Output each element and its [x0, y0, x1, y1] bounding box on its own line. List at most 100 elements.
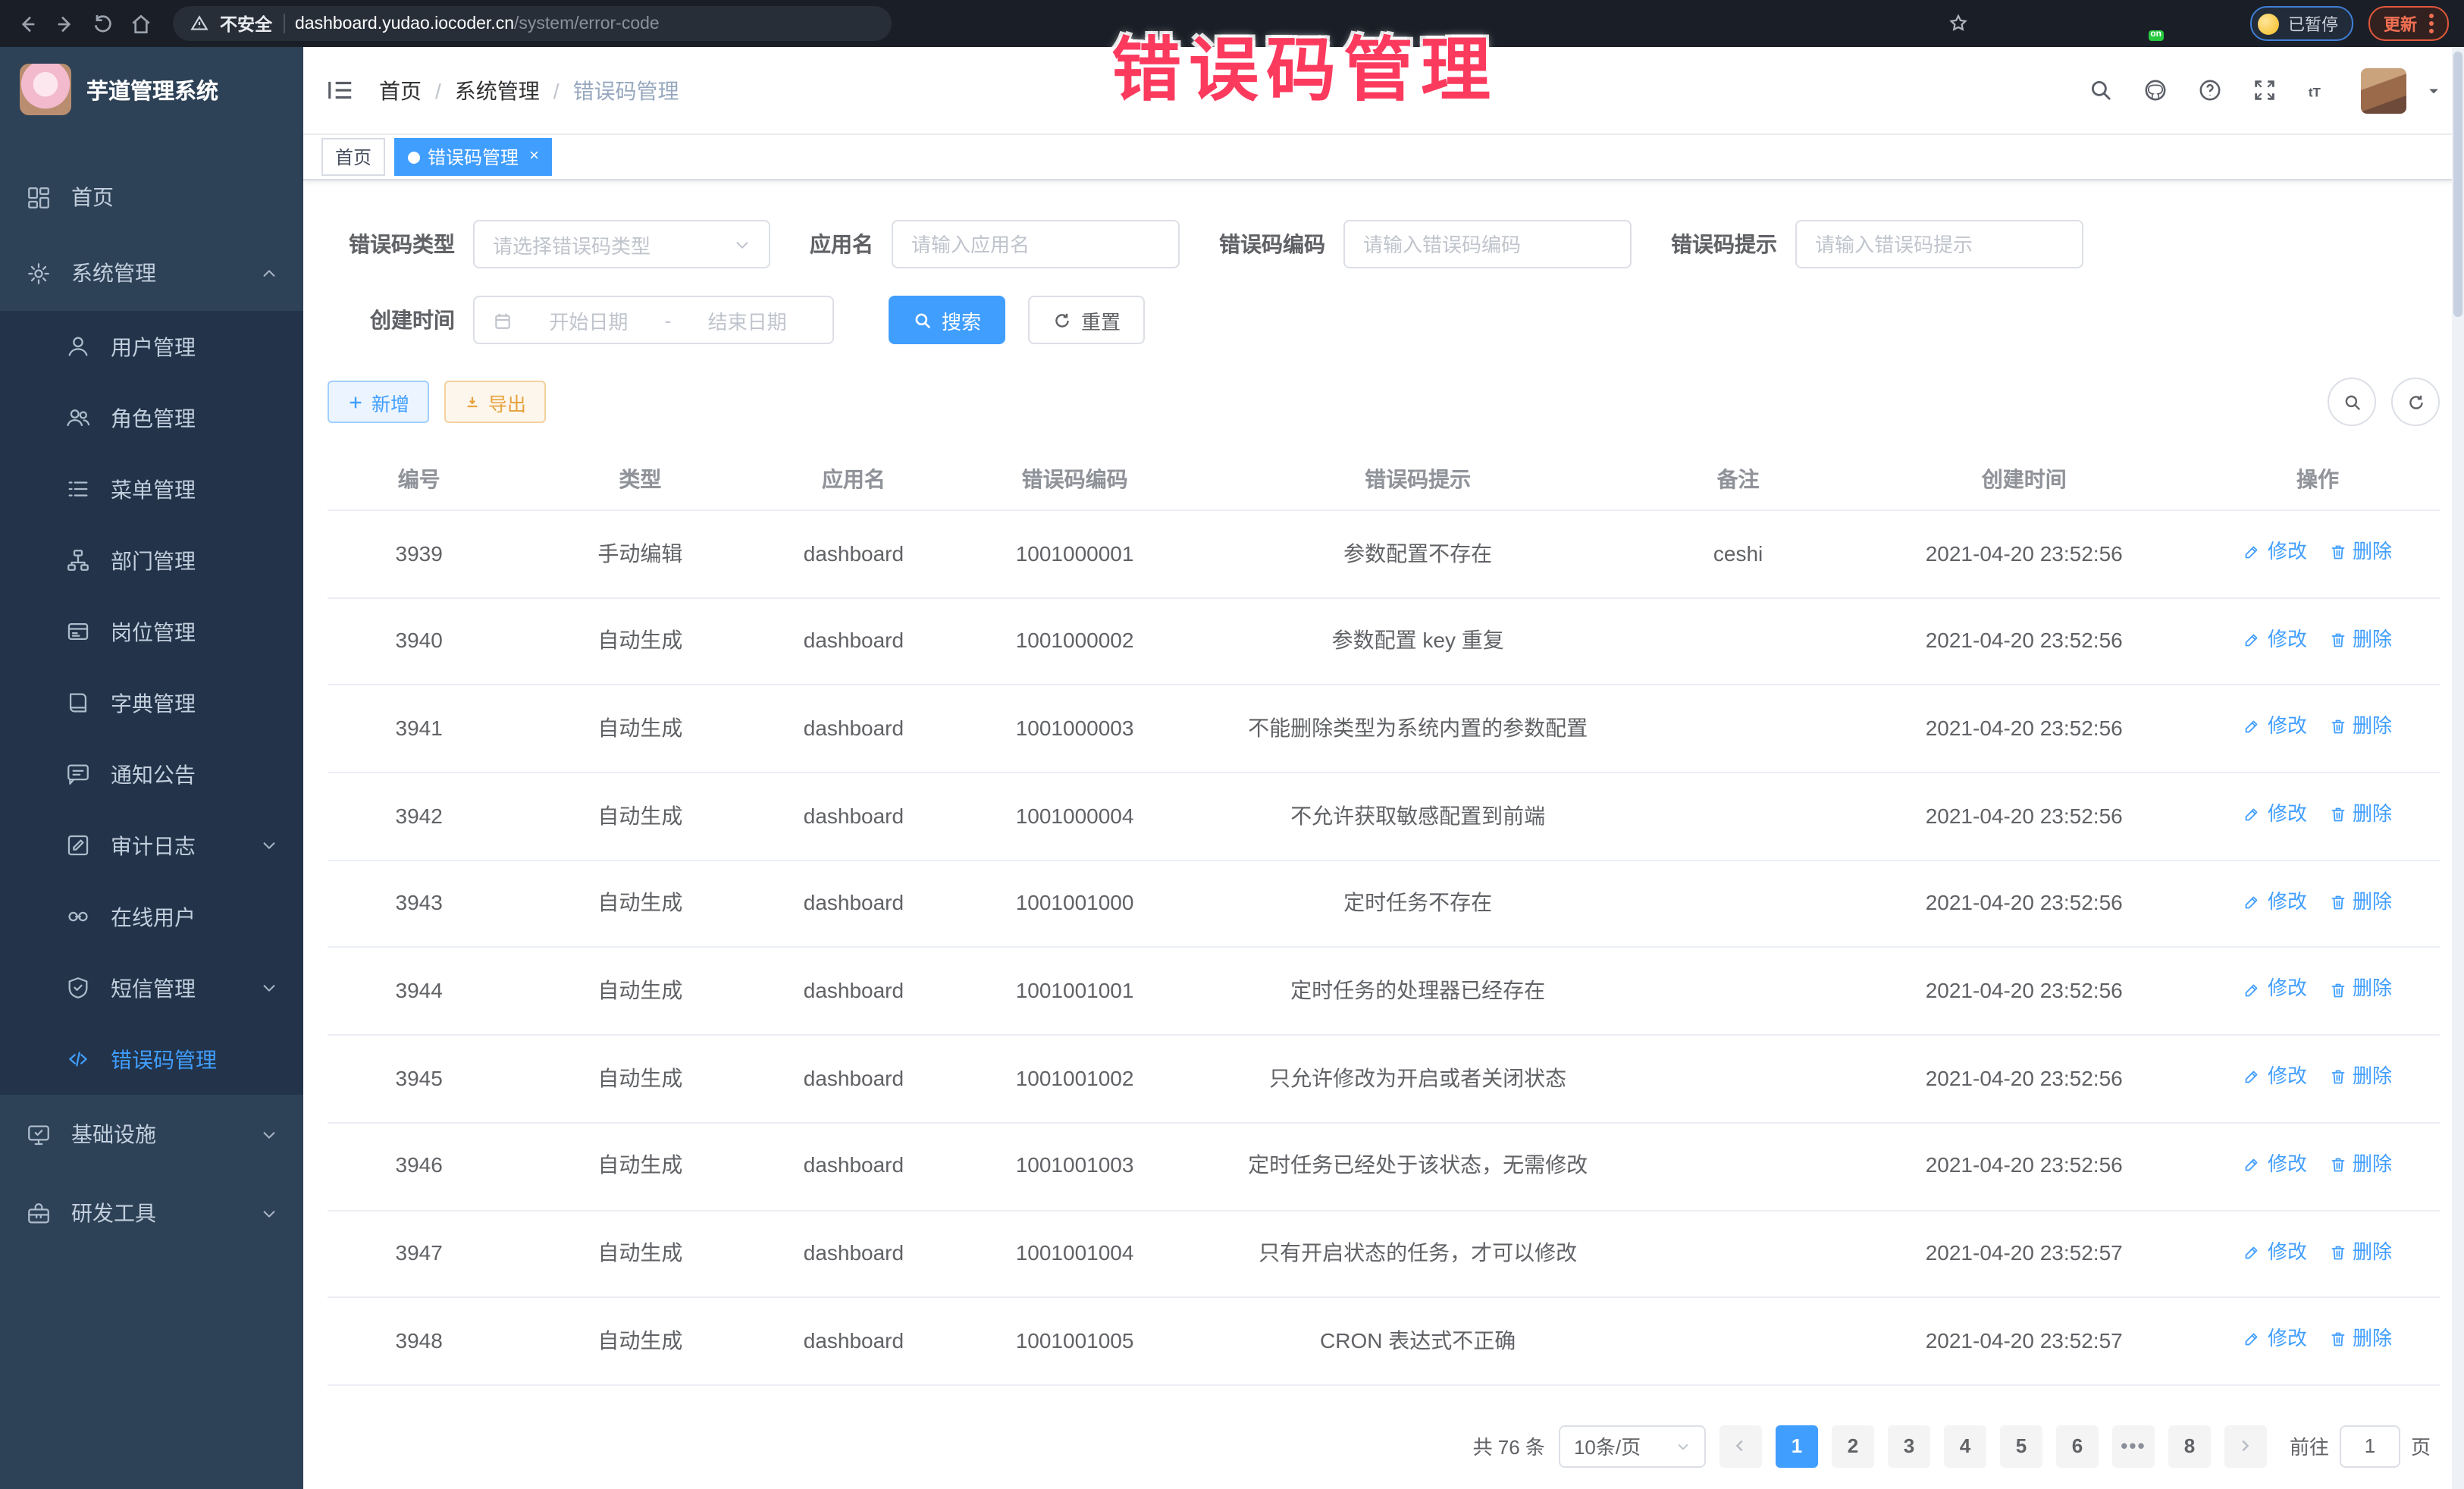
delete-link[interactable]: 删除	[2328, 1238, 2392, 1265]
breadcrumb-item-系统管理[interactable]: 系统管理	[455, 75, 540, 105]
cell-id: 3942	[328, 773, 510, 860]
tag-首页[interactable]: 首页	[321, 138, 385, 176]
sidebar-item-部门管理[interactable]: 部门管理	[0, 525, 303, 596]
search-button[interactable]: 搜索	[889, 296, 1005, 344]
sidebar-logo-row[interactable]: 芋道管理系统	[0, 47, 303, 132]
search-field-错误码类型: 错误码类型请选择错误码类型	[328, 220, 770, 268]
sidebar-item-研发工具[interactable]: 研发工具	[0, 1174, 303, 1252]
page-button-2[interactable]: 2	[1832, 1425, 1874, 1468]
sidebar-item-错误码管理[interactable]: 错误码管理	[0, 1023, 303, 1095]
sidebar-item-用户管理[interactable]: 用户管理	[0, 311, 303, 382]
select-错误码类型[interactable]: 请选择错误码类型	[473, 220, 770, 268]
page-button-8[interactable]: 8	[2168, 1425, 2211, 1468]
edit-link[interactable]: 修改	[2243, 1151, 2307, 1178]
edit-link[interactable]: 修改	[2243, 1325, 2307, 1353]
caret-down-icon[interactable]	[2426, 83, 2441, 98]
reset-button[interactable]: 重置	[1028, 296, 1145, 344]
sidebar-item-岗位管理[interactable]: 岗位管理	[0, 596, 303, 667]
browser-forward-icon[interactable]	[53, 11, 77, 36]
page-button-6[interactable]: 6	[2056, 1425, 2099, 1468]
next-page-button[interactable]	[2224, 1425, 2267, 1468]
browser-home-icon[interactable]	[129, 11, 153, 36]
page-button-3[interactable]: 3	[1888, 1425, 1930, 1468]
sidebar-item-label: 角色管理	[111, 403, 196, 433]
sidebar-item-通知公告[interactable]: 通知公告	[0, 738, 303, 810]
delete-link[interactable]: 删除	[2328, 713, 2392, 741]
sidebar-collapse-icon[interactable]	[326, 76, 355, 105]
sidebar-item-label: 用户管理	[111, 331, 196, 362]
page-button-4[interactable]: 4	[1944, 1425, 1986, 1468]
sidebar-item-label: 基础设施	[71, 1119, 156, 1149]
input-应用名[interactable]	[892, 220, 1180, 268]
address-bar[interactable]: 不安全 dashboard.yudao.iocoder.cn/system/er…	[173, 6, 892, 41]
edit-link[interactable]: 修改	[2243, 801, 2307, 828]
page-button-5[interactable]: 5	[2000, 1425, 2042, 1468]
ext-dark-on-icon[interactable]: on	[2136, 12, 2159, 35]
delete-link[interactable]: 删除	[2328, 1325, 2392, 1353]
field-label: 错误码类型	[328, 229, 473, 259]
page-size-select[interactable]: 10条/页	[1559, 1425, 1706, 1468]
profile-paused-pill[interactable]: 已暂停	[2250, 6, 2353, 41]
goto-page-input[interactable]	[2340, 1425, 2400, 1468]
edit-link[interactable]: 修改	[2243, 976, 2307, 1003]
date-range-picker[interactable]: 开始日期 - 结束日期	[473, 296, 834, 344]
tag-close-icon[interactable]: ×	[529, 149, 539, 165]
sidebar-item-首页[interactable]: 首页	[0, 159, 303, 235]
search-icon[interactable]	[2088, 77, 2114, 103]
sidebar-item-基础设施[interactable]: 基础设施	[0, 1095, 303, 1174]
cell-remark	[1624, 1035, 1853, 1122]
more-pages-button[interactable]: •••	[2112, 1425, 2155, 1468]
fullscreen-icon[interactable]	[2252, 77, 2277, 103]
browser-back-icon[interactable]	[15, 11, 39, 36]
delete-link[interactable]: 删除	[2328, 976, 2392, 1003]
breadcrumb-item-首页[interactable]: 首页	[379, 75, 422, 105]
edit-link[interactable]: 修改	[2243, 1238, 2307, 1265]
ext-green-v-icon[interactable]	[2061, 12, 2083, 35]
font-size-icon[interactable]: tT	[2306, 77, 2332, 103]
page-button-1[interactable]: 1	[1776, 1425, 1818, 1468]
edit-link[interactable]: 修改	[2243, 625, 2307, 653]
help-question-icon[interactable]	[2197, 77, 2223, 103]
sidebar-item-短信管理[interactable]: 短信管理	[0, 952, 303, 1023]
edit-link[interactable]: 修改	[2243, 1063, 2307, 1090]
ext-orange-ring-icon[interactable]	[1985, 12, 2008, 35]
delete-link[interactable]: 删除	[2328, 1063, 2392, 1090]
delete-link[interactable]: 删除	[2328, 889, 2392, 916]
breadcrumb-separator: /	[553, 78, 560, 102]
delete-link[interactable]: 删除	[2328, 801, 2392, 828]
edit-link[interactable]: 修改	[2243, 538, 2307, 566]
add-button-label: 新增	[371, 387, 409, 416]
refresh-table-button[interactable]	[2391, 378, 2440, 426]
sidebar-item-在线用户[interactable]: 在线用户	[0, 881, 303, 952]
add-button[interactable]: 新增	[328, 381, 429, 423]
browser-update-button[interactable]: 更新	[2368, 6, 2449, 41]
prev-page-button[interactable]	[1719, 1425, 1762, 1468]
delete-link[interactable]: 删除	[2328, 1151, 2392, 1178]
scrollbar-thumb[interactable]	[2453, 52, 2462, 317]
input-错误码编码[interactable]	[1343, 220, 1632, 268]
page-scrollbar[interactable]	[2452, 47, 2464, 1489]
sidebar-item-字典管理[interactable]: 字典管理	[0, 667, 303, 738]
user-avatar[interactable]	[2361, 67, 2406, 113]
github-icon[interactable]	[2143, 77, 2168, 103]
ext-puzzle-icon[interactable]	[2212, 12, 2235, 35]
bookmark-star-icon[interactable]	[1947, 12, 1970, 35]
ext-green-key-icon[interactable]	[2174, 12, 2197, 35]
sidebar-item-系统管理[interactable]: 系统管理	[0, 235, 303, 311]
toggle-search-button[interactable]	[2328, 378, 2376, 426]
edit-link[interactable]: 修改	[2243, 713, 2307, 741]
export-button[interactable]: 导出	[444, 381, 546, 423]
tag-错误码管理[interactable]: 错误码管理×	[394, 138, 553, 176]
delete-link[interactable]: 删除	[2328, 538, 2392, 566]
edit-link[interactable]: 修改	[2243, 889, 2307, 916]
ext-blue-gem-icon[interactable]	[2023, 12, 2045, 35]
sidebar-item-角色管理[interactable]: 角色管理	[0, 382, 303, 453]
sidebar-item-菜单管理[interactable]: 菜单管理	[0, 453, 303, 525]
browser-menu-icon[interactable]	[2429, 14, 2434, 33]
sidebar-item-审计日志[interactable]: 审计日志	[0, 810, 303, 881]
delete-link[interactable]: 删除	[2328, 625, 2392, 653]
ext-grid-cyan-icon[interactable]	[2099, 12, 2121, 35]
input-错误码提示[interactable]	[1795, 220, 2083, 268]
browser-reload-icon[interactable]	[91, 11, 115, 36]
error-code-value: 1001001000	[1016, 891, 1134, 915]
